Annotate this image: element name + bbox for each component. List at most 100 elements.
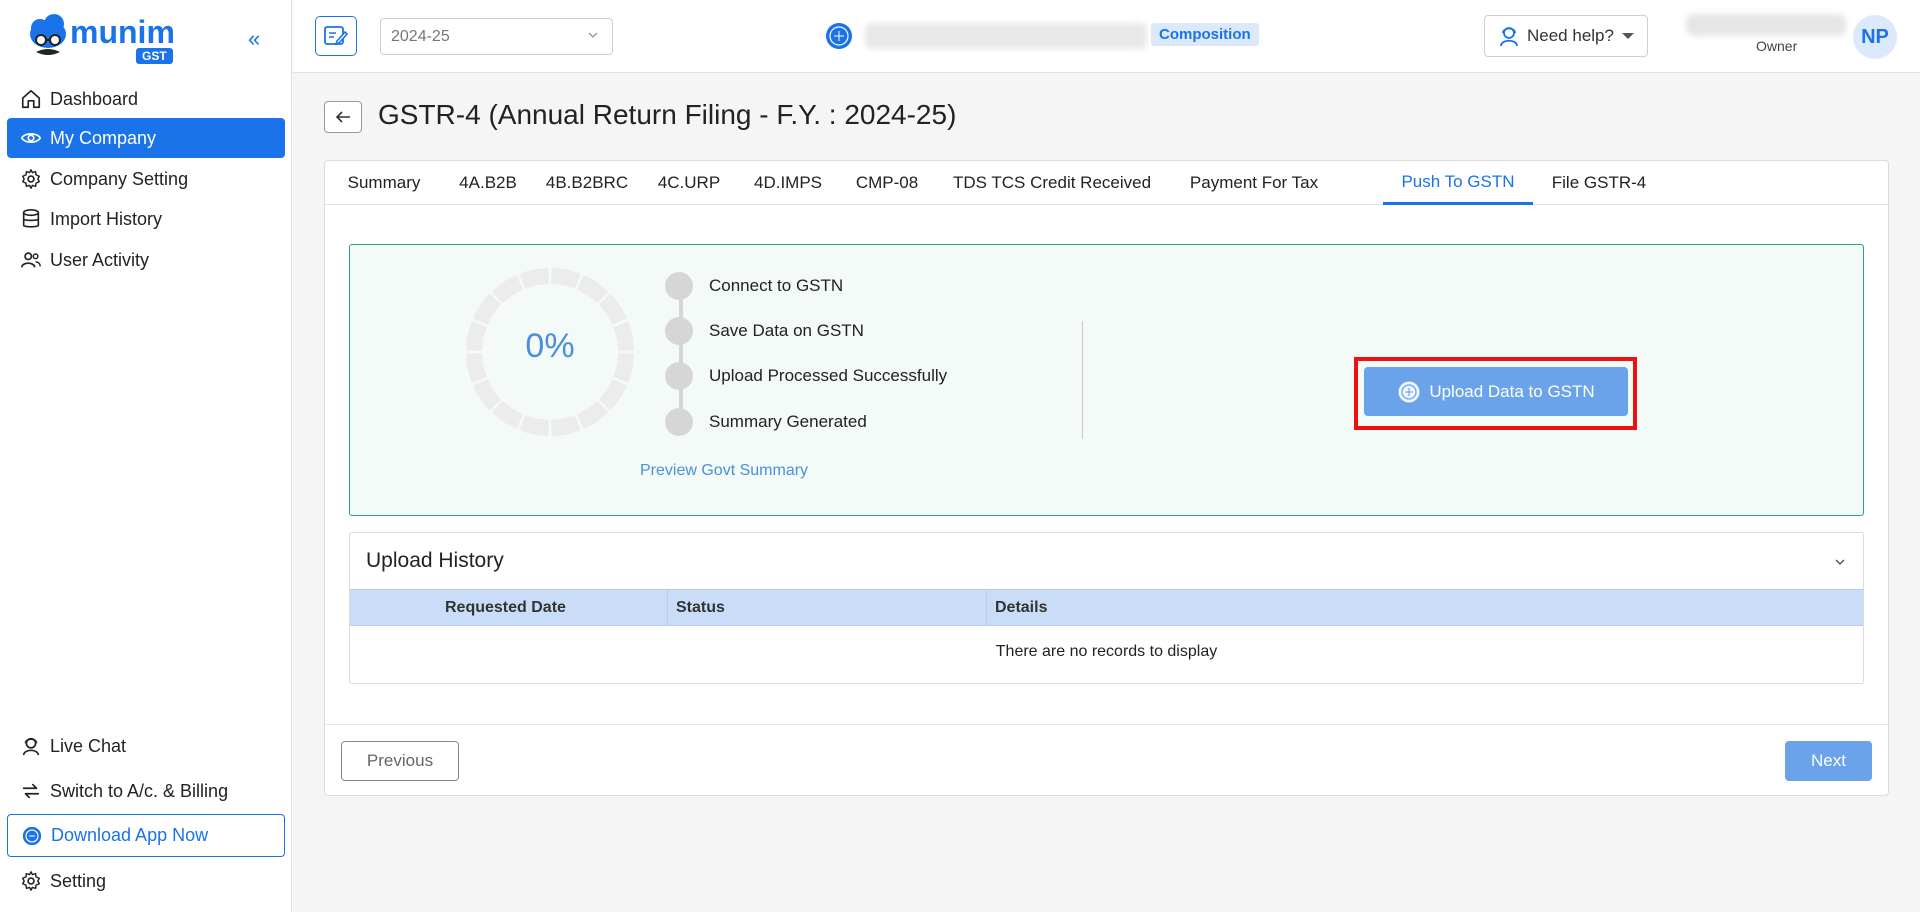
- sidebar-item-label: User Activity: [50, 249, 150, 270]
- users-icon: [21, 252, 41, 268]
- financial-year-select[interactable]: 2024-25: [380, 18, 613, 55]
- gst-logo-icon: [826, 23, 852, 49]
- column-details[interactable]: Details: [995, 590, 1047, 625]
- push-to-gstn-panel: 0% Connect to GSTN Save Data on GSTN Upl…: [349, 244, 1864, 516]
- tab-4b-b2brc[interactable]: 4B.B2BRC: [533, 161, 641, 205]
- preview-govt-summary-link[interactable]: Preview Govt Summary: [640, 462, 808, 480]
- progress-percent: 0%: [525, 327, 575, 365]
- progress-segment: [473, 293, 502, 325]
- tab-4a-b2b[interactable]: 4A.B2B: [443, 161, 533, 205]
- sidebar-item-label: Switch to A/c. & Billing: [50, 780, 229, 801]
- progress-segment: [519, 415, 549, 436]
- step-connect-to-gstn: Connect to GSTN: [665, 271, 843, 301]
- upload-button-label: Upload Data to GSTN: [1429, 381, 1595, 401]
- edit-notes-button[interactable]: [315, 16, 357, 56]
- gear-icon: [22, 169, 40, 189]
- fy-selected-value: 2024-25: [391, 27, 450, 45]
- step-dot: [665, 317, 693, 345]
- step-summary-generated: Summary Generated: [665, 407, 867, 437]
- collapse-sidebar-icon[interactable]: «: [248, 28, 270, 50]
- user-name-redacted: [1686, 14, 1846, 36]
- gstr4-card: Summary 4A.B2B 4B.B2BRC 4C.URP 4D.IMPS C…: [324, 160, 1889, 796]
- caret-down-icon: [1621, 33, 1634, 39]
- munim-logo[interactable]: munim GST: [26, 12, 186, 68]
- progress-segment: [598, 379, 627, 411]
- upload-data-to-gstn-button[interactable]: Upload Data to GSTN: [1364, 367, 1628, 416]
- avatar[interactable]: NP: [1853, 15, 1897, 59]
- sidebar-item-import-history[interactable]: Import History: [7, 199, 285, 239]
- tab-4c-urp[interactable]: 4C.URP: [641, 161, 737, 205]
- sidebar-item-user-activity[interactable]: User Activity: [7, 240, 285, 280]
- progress-segment: [577, 275, 609, 304]
- progress-segment: [551, 268, 581, 289]
- column-separator: [986, 590, 987, 625]
- tab-summary[interactable]: Summary: [325, 161, 443, 205]
- tab-push-to-gstn[interactable]: Push To GSTN: [1383, 161, 1533, 205]
- sidebar-item-setting[interactable]: Setting: [7, 861, 285, 901]
- user-role: Owner: [1756, 38, 1798, 54]
- gst-app-icon: [22, 826, 42, 845]
- column-requested-date[interactable]: Requested Date: [445, 590, 566, 625]
- previous-button[interactable]: Previous: [341, 741, 459, 781]
- need-help-label: Need help?: [1527, 26, 1614, 45]
- sidebar-item-label: Download App Now: [51, 825, 209, 845]
- gear-icon: [22, 871, 40, 891]
- sidebar-item-label: Dashboard: [50, 88, 139, 109]
- home-icon: [21, 89, 41, 109]
- back-button[interactable]: [324, 101, 362, 133]
- sidebar-item-label: Company Setting: [50, 168, 189, 189]
- next-button[interactable]: Next: [1785, 741, 1872, 781]
- progress-segment: [519, 268, 549, 289]
- eye-icon: [20, 133, 42, 143]
- column-separator: [667, 590, 668, 625]
- tab-cmp-08[interactable]: CMP-08: [839, 161, 935, 205]
- edit-notes-icon: [324, 26, 349, 46]
- logo-badge: GST: [136, 48, 173, 64]
- scheme-badge: Composition: [1151, 23, 1259, 46]
- top-bar: 2024-25 Composition Need help? Owner NP: [293, 0, 1920, 73]
- step-label: Save Data on GSTN: [709, 321, 864, 340]
- need-help-button[interactable]: Need help?: [1484, 15, 1648, 57]
- tab-file-gstr-4[interactable]: File GSTR-4: [1533, 161, 1665, 205]
- step-label: Upload Processed Successfully: [709, 366, 948, 385]
- database-icon: [22, 209, 40, 228]
- sidebar-item-download-app[interactable]: Download App Now: [7, 814, 285, 857]
- tab-4d-imps[interactable]: 4D.IMPS: [737, 161, 839, 205]
- column-status[interactable]: Status: [676, 590, 725, 625]
- tab-payment-for-tax[interactable]: Payment For Tax: [1169, 161, 1339, 205]
- logo-text: munim: [70, 14, 175, 50]
- gstr4-tabs: Summary 4A.B2B 4B.B2BRC 4C.URP 4D.IMPS C…: [325, 161, 1888, 205]
- progress-segment: [473, 379, 502, 411]
- step-label: Summary Generated: [709, 412, 867, 431]
- step-upload-processed: Upload Processed Successfully: [665, 361, 947, 391]
- arrow-left-icon: [335, 111, 350, 123]
- sidebar-item-switch-billing[interactable]: Switch to A/c. & Billing: [7, 771, 285, 811]
- sidebar-item-company-setting[interactable]: Company Setting: [7, 159, 285, 199]
- chat-agent-icon: [22, 737, 40, 756]
- upload-history-panel: Upload History Requested Date Status Det…: [349, 532, 1864, 684]
- progress-segment: [551, 415, 581, 436]
- sidebar-item-live-chat[interactable]: Live Chat: [7, 726, 285, 766]
- sidebar-item-dashboard[interactable]: Dashboard: [7, 79, 285, 119]
- progress-segment: [598, 293, 627, 325]
- sidebar-item-label: My Company: [50, 127, 157, 148]
- sidebar-item-my-company[interactable]: My Company: [7, 118, 285, 158]
- empty-table-message: There are no records to display: [995, 643, 1218, 660]
- footer-divider: [325, 724, 1888, 725]
- sidebar: munim GST « Dashboard My Company Company…: [0, 0, 292, 912]
- support-agent-icon: [1500, 27, 1518, 47]
- progress-segment: [491, 400, 523, 429]
- chevron-down-icon[interactable]: [1833, 555, 1847, 569]
- sidebar-item-label: Import History: [50, 208, 163, 229]
- step-dot: [665, 408, 693, 436]
- sidebar-item-label: Live Chat: [50, 735, 127, 756]
- switch-icon: [22, 783, 40, 799]
- tab-tds-tcs-credit-received[interactable]: TDS TCS Credit Received: [935, 161, 1169, 205]
- table-header: Requested Date Status Details: [350, 589, 1863, 626]
- progress-segment: [491, 275, 523, 304]
- step-save-data: Save Data on GSTN: [665, 316, 864, 346]
- upload-history-title: Upload History: [366, 549, 504, 572]
- gst-logo-icon: [1398, 381, 1420, 402]
- progress-segment: [577, 400, 609, 429]
- step-dot: [665, 272, 693, 300]
